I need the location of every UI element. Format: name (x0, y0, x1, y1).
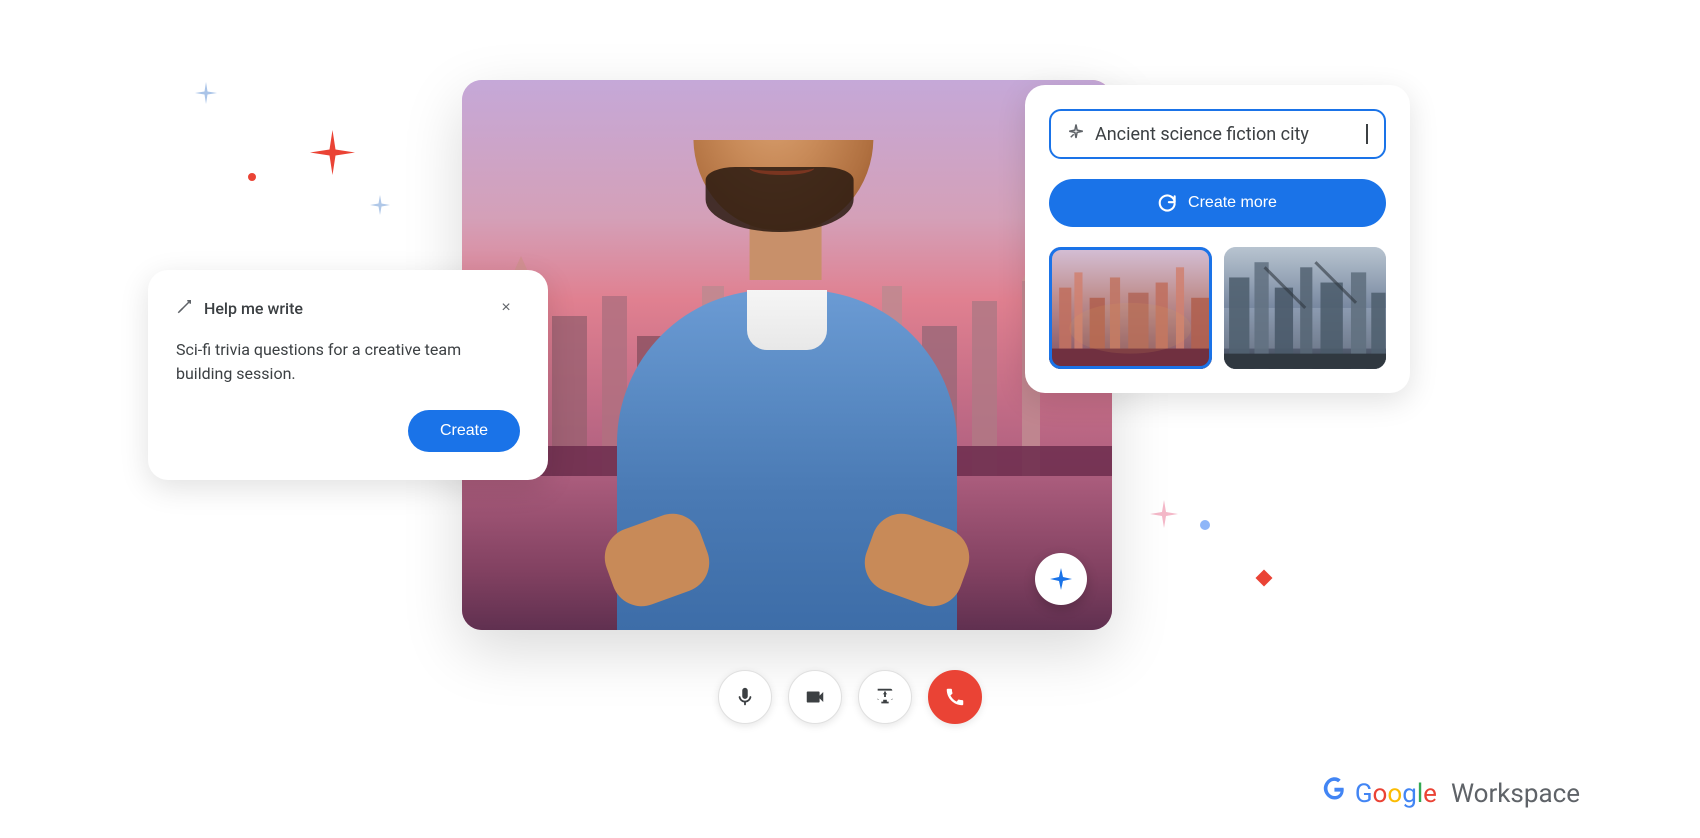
gen-image-2[interactable] (1224, 247, 1387, 369)
workspace-product-name: Workspace (1451, 779, 1580, 809)
prompt-input-row[interactable]: Ancient science fiction city (1049, 109, 1386, 159)
card-header: Help me write × (176, 294, 520, 322)
deco-sparkle-blue-1 (195, 82, 217, 110)
gen-image-1[interactable] (1049, 247, 1212, 369)
deco-dot-blue-2 (1200, 520, 1210, 530)
deco-sparkle-blue-2 (370, 195, 390, 220)
end-call-button[interactable] (928, 670, 982, 724)
image-gen-panel: Ancient science fiction city Create more (1025, 85, 1410, 393)
deco-dot-red-2 (1256, 570, 1273, 587)
present-button[interactable] (858, 670, 912, 724)
camera-button[interactable] (788, 670, 842, 724)
close-button[interactable]: × (492, 294, 520, 322)
prompt-text: Ancient science fiction city (1095, 124, 1356, 145)
wand-icon (176, 297, 194, 319)
card-title-row: Help me write (176, 297, 303, 319)
deco-dot-red (248, 173, 256, 181)
image-grid (1049, 247, 1386, 369)
deco-sparkle-pink (1150, 500, 1178, 532)
create-more-button[interactable]: Create more (1049, 179, 1386, 227)
google-name: Google (1355, 779, 1437, 809)
help-write-title: Help me write (204, 299, 303, 318)
video-frame (462, 80, 1112, 630)
text-cursor (1366, 124, 1368, 144)
gemini-video-button[interactable] (1035, 553, 1087, 605)
google-g-logo (1315, 774, 1347, 813)
help-write-card: Help me write × Sci-fi trivia questions … (148, 270, 548, 480)
help-write-create-button[interactable]: Create (408, 410, 520, 452)
person-video (577, 140, 997, 630)
google-workspace-logo: Google Workspace (1315, 774, 1580, 813)
mic-button[interactable] (718, 670, 772, 724)
help-write-body: Sci-fi trivia questions for a creative t… (176, 338, 520, 386)
deco-star-red-large (310, 130, 355, 183)
video-controls-bar (718, 670, 982, 724)
create-more-label: Create more (1188, 194, 1277, 212)
prompt-wand-icon (1067, 123, 1085, 145)
